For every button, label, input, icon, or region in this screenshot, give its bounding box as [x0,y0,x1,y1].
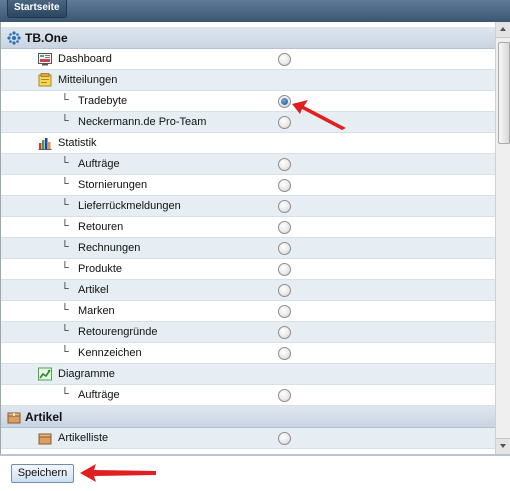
top-bar: Startseite [0,0,510,22]
tree-label: Neckermann.de Pro-Team [78,116,207,128]
tree-item-artikelliste: Artikelliste [1,428,495,449]
tree-item-marken: └ Marken [1,301,495,322]
subitem-arrow-icon: └ [61,220,69,232]
radio-produkte[interactable] [278,263,291,276]
scrollbar-thumb[interactable] [498,42,510,144]
tree-label: Artikelliste [58,432,109,444]
radio-artikelliste[interactable] [278,432,291,445]
radio-artikel[interactable] [278,284,291,297]
footer-bar: Speichern [0,454,510,491]
tree-label: Diagramme [58,368,115,380]
section-artikel: Artikel [1,406,495,428]
radio-lieferrueckmeldungen[interactable] [278,200,291,213]
tree-label: Marken [78,305,115,317]
tree-item-neckermann: └ Neckermann.de Pro-Team [1,112,495,133]
tree-list: TB.One Dashboard Mitteilungen └ Tradebyt… [1,27,495,449]
tree-label: Kennzeichen [78,347,142,359]
tree-item-tradebyte: └ Tradebyte [1,91,495,112]
tree-label: Statistik [58,137,97,149]
tree-item-dashboard: Dashboard [1,49,495,70]
section-title-artikel: Artikel [25,410,63,424]
subitem-arrow-icon: └ [61,115,69,127]
tree-label: Retouren [78,221,124,233]
note-icon [38,73,52,87]
radio-diagramme-auftraege[interactable] [278,389,291,402]
tree-label: Aufträge [78,389,120,401]
line-chart-icon [38,367,52,381]
vertical-scrollbar[interactable] [495,22,510,454]
tab-startseite[interactable]: Startseite [7,0,67,18]
subitem-arrow-icon: └ [61,283,69,295]
tree-item-artikel: └ Artikel [1,280,495,301]
box-icon [7,412,21,424]
chevron-up-icon [500,27,506,31]
bar-chart-icon [38,138,52,150]
tree-item-produkte: └ Produkte [1,259,495,280]
box-icon [38,433,52,445]
radio-retourengruende[interactable] [278,326,291,339]
radio-tradebyte[interactable] [278,95,291,108]
radio-dashboard[interactable] [278,53,291,66]
tree-label: Retourengründe [78,326,158,338]
radio-stornierungen[interactable] [278,179,291,192]
radio-kennzeichen[interactable] [278,347,291,360]
tree-label: Aufträge [78,158,120,170]
tree-item-kennzeichen: └ Kennzeichen [1,343,495,364]
tree-item-retourengruende: └ Retourengründe [1,322,495,343]
tree-label: Artikel [78,284,109,296]
tree-label: Rechnungen [78,242,141,254]
subitem-arrow-icon: └ [61,304,69,316]
scroll-down-button[interactable] [496,438,510,454]
tree-item-auftraege: └ Aufträge [1,154,495,175]
radio-auftraege[interactable] [278,158,291,171]
tree-item-diagramme-auftraege: └ Aufträge [1,385,495,406]
subitem-arrow-icon: └ [61,262,69,274]
radio-neckermann[interactable] [278,116,291,129]
section-title-tbone: TB.One [25,31,68,45]
subitem-arrow-icon: └ [61,157,69,169]
tree-label: Mitteilungen [58,74,118,86]
scroll-up-button[interactable] [496,22,510,38]
subitem-arrow-icon: └ [61,94,69,106]
radio-marken[interactable] [278,305,291,318]
subitem-arrow-icon: └ [61,241,69,253]
tree-label: Tradebyte [78,95,128,107]
tree-label: Lieferrückmeldungen [78,200,181,212]
radio-rechnungen[interactable] [278,242,291,255]
subitem-arrow-icon: └ [61,346,69,358]
subitem-arrow-icon: └ [61,388,69,400]
save-button[interactable]: Speichern [11,464,74,483]
tree-label: Stornierungen [78,179,148,191]
annotation-arrow-icon [80,464,156,482]
chevron-down-icon [500,444,506,448]
tree-label: Dashboard [58,53,112,65]
settings-panel: TB.One Dashboard Mitteilungen └ Tradebyt… [0,22,510,454]
dashboard-icon [38,53,52,66]
subitem-arrow-icon: └ [61,199,69,211]
tree-item-rechnungen: └ Rechnungen [1,238,495,259]
subitem-arrow-icon: └ [61,178,69,190]
section-tbone: TB.One [1,27,495,49]
tree-item-diagramme: Diagramme [1,364,495,385]
tree-item-statistik: Statistik [1,133,495,154]
tree-label: Produkte [78,263,123,275]
tree-item-mitteilungen: Mitteilungen [1,70,495,91]
radio-retouren[interactable] [278,221,291,234]
subitem-arrow-icon: └ [61,325,69,337]
star-logo-icon [7,31,21,45]
tree-item-lieferrueckmeldungen: └ Lieferrückmeldungen [1,196,495,217]
tree-item-stornierungen: └ Stornierungen [1,175,495,196]
tree-item-retouren: └ Retouren [1,217,495,238]
